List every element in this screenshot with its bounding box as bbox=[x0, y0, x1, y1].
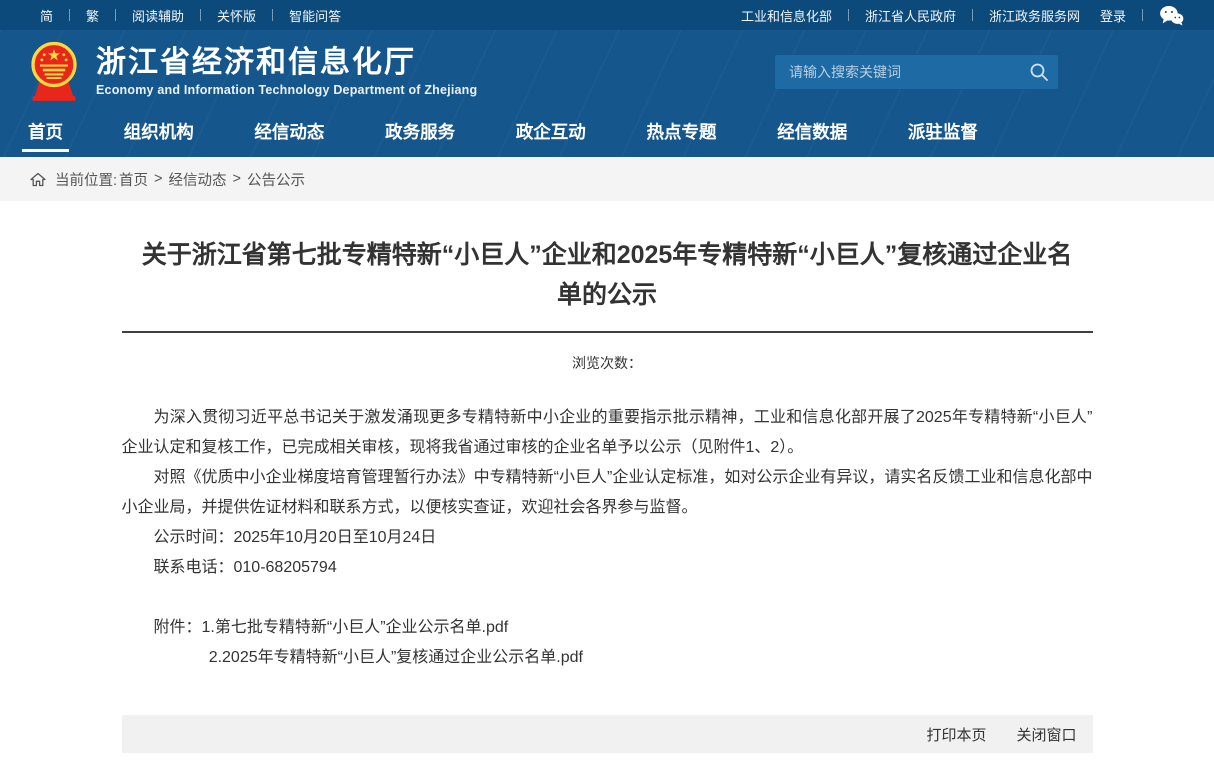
nav-item-label: 派驻监督 bbox=[908, 119, 978, 144]
separator bbox=[1142, 9, 1143, 21]
search-box bbox=[775, 55, 1058, 89]
utility-bar-right: 工业和信息化部 浙江省人民政府 浙江政务服务网 登录 bbox=[731, 5, 1184, 26]
breadcrumb-separator: > bbox=[150, 171, 166, 187]
link-reading-aid[interactable]: 阅读辅助 bbox=[122, 6, 194, 25]
active-tab-underline bbox=[22, 149, 69, 152]
breadcrumb-prefix: 当前位置: bbox=[55, 169, 117, 190]
link-miit[interactable]: 工业和信息化部 bbox=[731, 6, 842, 25]
site-brand[interactable]: 浙江省经济和信息化厅 Economy and Information Techn… bbox=[26, 41, 477, 103]
nav-item-gov-services[interactable]: 政务服务 bbox=[385, 113, 455, 157]
breadcrumb: 当前位置:首页 > 经信动态 > 公告公示 bbox=[0, 157, 1214, 201]
utility-bar-left: 简 繁 阅读辅助 关怀版 智能问答 bbox=[30, 6, 351, 25]
nav-item-label: 政企互动 bbox=[516, 119, 586, 144]
national-emblem-logo bbox=[26, 41, 82, 103]
wechat-icon[interactable] bbox=[1149, 5, 1184, 26]
separator bbox=[848, 9, 849, 21]
nav-item-label: 热点专题 bbox=[647, 119, 717, 144]
link-traditional-chinese[interactable]: 繁 bbox=[76, 6, 109, 25]
attachment-row: 2.2025年专精特新“小巨人”复核通过企业公示名单.pdf bbox=[122, 643, 1093, 673]
separator bbox=[69, 9, 70, 21]
login-link[interactable]: 登录 bbox=[1090, 6, 1136, 25]
page-title: 关于浙江省第七批专精特新“小巨人”企业和2025年专精特新“小巨人”复核通过企业… bbox=[122, 235, 1093, 315]
nav-item-news[interactable]: 经信动态 bbox=[254, 113, 324, 157]
site-subtitle: Economy and Information Technology Depar… bbox=[96, 83, 477, 97]
breadcrumb-home[interactable]: 首页 bbox=[117, 169, 150, 190]
link-zhejiang-gov[interactable]: 浙江省人民政府 bbox=[855, 6, 966, 25]
publicity-time: 公示时间：2025年10月20日至10月24日 bbox=[122, 523, 1093, 553]
attachment-row: 附件：1.第七批专精特新“小巨人”企业公示名单.pdf bbox=[122, 613, 1093, 643]
nav-item-organization[interactable]: 组织机构 bbox=[124, 113, 194, 157]
article-paragraph: 为深入贯彻习近平总书记关于激发涌现更多专精特新中小企业的重要指示批示精神，工业和… bbox=[122, 403, 1093, 463]
site-header: 浙江省经济和信息化厅 Economy and Information Techn… bbox=[0, 30, 1214, 157]
search-icon[interactable] bbox=[1020, 55, 1058, 89]
link-zhejiang-service-net[interactable]: 浙江政务服务网 bbox=[979, 6, 1090, 25]
bottom-spacer bbox=[122, 753, 1093, 761]
view-count-label: 浏览次数： bbox=[122, 333, 1093, 403]
separator bbox=[272, 9, 273, 21]
utility-bar: 简 繁 阅读辅助 关怀版 智能问答 工业和信息化部 浙江省人民政府 浙江政务服务… bbox=[0, 0, 1214, 30]
attachment-link-1[interactable]: 1.第七批专精特新“小巨人”企业公示名单.pdf bbox=[202, 619, 509, 636]
nav-item-label: 经信动态 bbox=[254, 119, 324, 144]
link-care-version[interactable]: 关怀版 bbox=[207, 6, 266, 25]
nav-item-hot-topics[interactable]: 热点专题 bbox=[647, 113, 717, 157]
nav-item-data[interactable]: 经信数据 bbox=[777, 113, 847, 157]
nav-item-label: 经信数据 bbox=[777, 119, 847, 144]
separator bbox=[200, 9, 201, 21]
nav-item-home[interactable]: 首页 bbox=[28, 113, 63, 157]
attachments-label: 附件： bbox=[154, 619, 202, 636]
nav-item-label: 首页 bbox=[28, 119, 63, 144]
breadcrumb-separator: > bbox=[229, 171, 245, 187]
separator bbox=[115, 9, 116, 21]
nav-item-label: 政务服务 bbox=[385, 119, 455, 144]
main-nav: 首页 组织机构 经信动态 政务服务 政企互动 热点专题 经信数据 派驻监督 bbox=[0, 113, 978, 157]
attachments-section: 附件：1.第七批专精特新“小巨人”企业公示名单.pdf 2.2025年专精特新“… bbox=[122, 613, 1093, 673]
article-paragraph: 对照《优质中小企业梯度培育管理暂行办法》中专精特新“小巨人”企业认定标准，如对公… bbox=[122, 463, 1093, 523]
home-icon bbox=[30, 172, 46, 187]
search-input[interactable] bbox=[775, 64, 1020, 80]
attachment-link-2[interactable]: 2.2025年专精特新“小巨人”复核通过企业公示名单.pdf bbox=[209, 649, 583, 666]
article-content: 关于浙江省第七批专精特新“小巨人”企业和2025年专精特新“小巨人”复核通过企业… bbox=[122, 201, 1093, 761]
breadcrumb-news[interactable]: 经信动态 bbox=[167, 169, 229, 190]
breadcrumb-announcements[interactable]: 公告公示 bbox=[245, 169, 307, 190]
close-window-button[interactable]: 关闭窗口 bbox=[1016, 724, 1076, 745]
contact-phone: 联系电话：010-68205794 bbox=[122, 553, 1093, 583]
nav-item-interaction[interactable]: 政企互动 bbox=[516, 113, 586, 157]
site-title: 浙江省经济和信息化厅 bbox=[96, 46, 477, 80]
nav-item-supervision[interactable]: 派驻监督 bbox=[908, 113, 978, 157]
link-smart-qa[interactable]: 智能问答 bbox=[279, 6, 351, 25]
print-page-button[interactable]: 打印本页 bbox=[926, 724, 986, 745]
page-actions-bar: 打印本页 关闭窗口 bbox=[122, 715, 1093, 753]
separator bbox=[972, 9, 973, 21]
nav-item-label: 组织机构 bbox=[124, 119, 194, 144]
link-simplified-chinese[interactable]: 简 bbox=[30, 6, 63, 25]
